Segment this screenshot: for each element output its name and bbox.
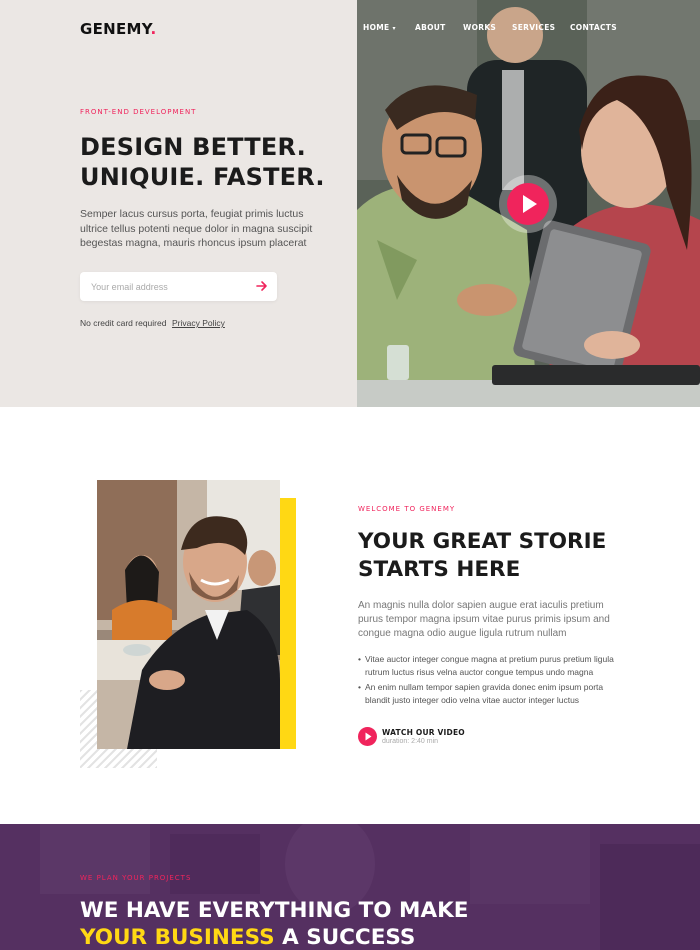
about-title-line2: STARTS HERE — [358, 557, 521, 582]
hero-section: GENEMY. HOME ▾ ABOUT WORKS SERVICES CONTA… — [0, 0, 700, 407]
hero-description: Semper lacus cursus porta, feugiat primi… — [80, 208, 313, 249]
play-button-circle — [507, 183, 549, 225]
about-description: An magnis nulla dolor sapien augue erat … — [358, 600, 610, 639]
list-item: An enim nullam tempor sapien gravida don… — [358, 681, 628, 706]
arrow-right-icon[interactable] — [255, 279, 269, 293]
plan-title-line1: WE HAVE EVERYTHING TO MAKE — [80, 898, 469, 923]
about-title-line1: YOUR GREAT STORIE — [358, 529, 607, 554]
hero-title-line2: UNIQUIE. FASTER. — [80, 163, 325, 191]
play-icon — [365, 732, 372, 741]
nav-item-home[interactable]: HOME ▾ — [363, 23, 396, 32]
play-icon — [523, 195, 537, 213]
hero-left-panel — [0, 0, 357, 407]
plan-title: WE HAVE EVERYTHING TO MAKE YOUR BUSINESS… — [80, 897, 640, 950]
hero-footnote: No credit card required Privacy Policy — [80, 318, 225, 328]
chevron-down-icon: ▾ — [392, 25, 396, 32]
logo-dot: . — [150, 20, 157, 38]
watch-video-label: WATCH OUR VIDEO — [382, 728, 465, 737]
privacy-policy-link[interactable]: Privacy Policy — [172, 318, 225, 328]
hero-title: DESIGN BETTER. UNIQUIE. FASTER. — [80, 132, 350, 192]
nav-item-works[interactable]: WORKS — [463, 23, 496, 32]
about-bullet-list: Vitae auctor integer congue magna at pre… — [358, 653, 628, 709]
email-form — [80, 272, 277, 301]
about-eyebrow: WELCOME TO GENEMY — [358, 505, 456, 513]
watch-video-circle — [358, 727, 377, 746]
plan-section: WE PLAN YOUR PROJECTS WE HAVE EVERYTHING… — [0, 824, 700, 950]
nav-item-services[interactable]: SERVICES — [512, 23, 555, 32]
watch-video-duration: duration: 2:40 min — [382, 738, 439, 745]
watch-video-button[interactable]: WATCH OUR VIDEO duration: 2:40 min — [358, 727, 498, 749]
about-title: YOUR GREAT STORIE STARTS HERE — [358, 528, 658, 584]
logo-text: GENEMY — [80, 20, 151, 38]
nav-item-contacts[interactable]: CONTACTS — [570, 23, 617, 32]
hero-play-button[interactable] — [499, 175, 557, 233]
list-item: Vitae auctor integer congue magna at pre… — [358, 653, 628, 678]
nav-item-about[interactable]: ABOUT — [415, 23, 446, 32]
nav-item-home-label: HOME — [363, 23, 390, 32]
logo[interactable]: GENEMY. — [80, 20, 156, 38]
about-photo-illustration — [97, 480, 280, 749]
plan-title-rest: A SUCCESS — [274, 925, 416, 950]
hero-eyebrow: FRONT-END DEVELOPMENT — [80, 108, 197, 116]
decorative-yellow-bar — [280, 498, 296, 749]
email-input[interactable] — [91, 272, 241, 301]
about-photo — [97, 480, 280, 749]
hero-title-line1: DESIGN BETTER. — [80, 133, 306, 161]
plan-eyebrow: WE PLAN YOUR PROJECTS — [80, 874, 192, 882]
plan-title-highlight: YOUR BUSINESS — [80, 925, 275, 950]
no-credit-card-note: No credit card required — [80, 318, 167, 328]
